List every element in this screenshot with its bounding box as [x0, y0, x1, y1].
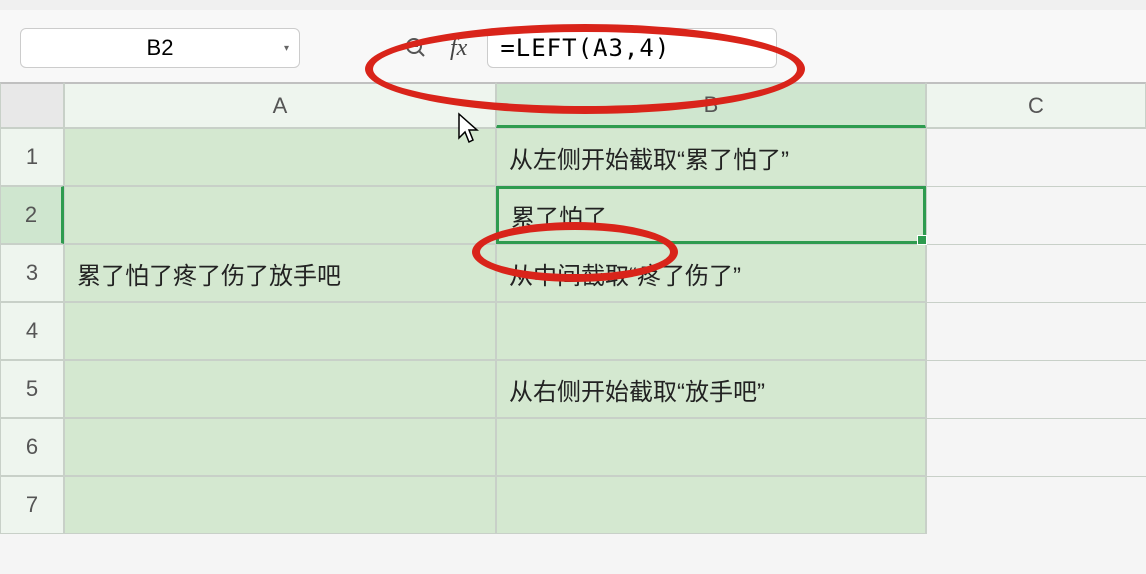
formula-bar: B2 ▾ fx =LEFT(A3,4) [0, 10, 1146, 82]
cell-b6[interactable] [496, 418, 926, 476]
cell-c1[interactable] [926, 128, 1146, 186]
cell-c2[interactable] [926, 186, 1146, 244]
row-header-7[interactable]: 7 [0, 476, 64, 534]
select-all-corner[interactable] [0, 82, 64, 128]
col-header-c[interactable]: C [926, 82, 1146, 128]
row-header-2[interactable]: 2 [0, 186, 64, 244]
cell-c6[interactable] [926, 418, 1146, 476]
col-header-b[interactable]: B [496, 82, 926, 128]
cell-c5[interactable] [926, 360, 1146, 418]
cell-a2[interactable] [64, 186, 496, 244]
fx-icon[interactable]: fx [450, 35, 467, 62]
chevron-down-icon[interactable]: ▾ [284, 43, 289, 54]
cell-b4[interactable] [496, 302, 926, 360]
cell-a4[interactable] [64, 302, 496, 360]
cell-c3[interactable] [926, 244, 1146, 302]
row-header-4[interactable]: 4 [0, 302, 64, 360]
row-header-6[interactable]: 6 [0, 418, 64, 476]
row-header-1[interactable]: 1 [0, 128, 64, 186]
name-box-value: B2 [147, 35, 174, 61]
formula-text: =LEFT(A3,4) [500, 34, 670, 62]
spreadsheet-grid: A B C 1 从左侧开始截取“累了怕了” 2 累了怕了 3 累了怕了疼了伤了放… [0, 82, 1146, 534]
cell-b3[interactable]: 从中间截取“疼了伤了” [496, 244, 926, 302]
col-header-a[interactable]: A [64, 82, 496, 128]
cell-b5[interactable]: 从右侧开始截取“放手吧” [496, 360, 926, 418]
zoom-out-icon[interactable] [402, 34, 430, 62]
cell-a1[interactable] [64, 128, 496, 186]
cell-a5[interactable] [64, 360, 496, 418]
cell-a3[interactable]: 累了怕了疼了伤了放手吧 [64, 244, 496, 302]
cell-a7[interactable] [64, 476, 496, 534]
cell-c7[interactable] [926, 476, 1146, 534]
cell-b2[interactable]: 累了怕了 [496, 186, 926, 244]
cell-a6[interactable] [64, 418, 496, 476]
cell-b7[interactable] [496, 476, 926, 534]
cell-c4[interactable] [926, 302, 1146, 360]
name-box[interactable]: B2 ▾ [20, 28, 300, 68]
row-header-3[interactable]: 3 [0, 244, 64, 302]
formula-input[interactable]: =LEFT(A3,4) [487, 28, 777, 68]
row-header-5[interactable]: 5 [0, 360, 64, 418]
cell-b1[interactable]: 从左侧开始截取“累了怕了” [496, 128, 926, 186]
